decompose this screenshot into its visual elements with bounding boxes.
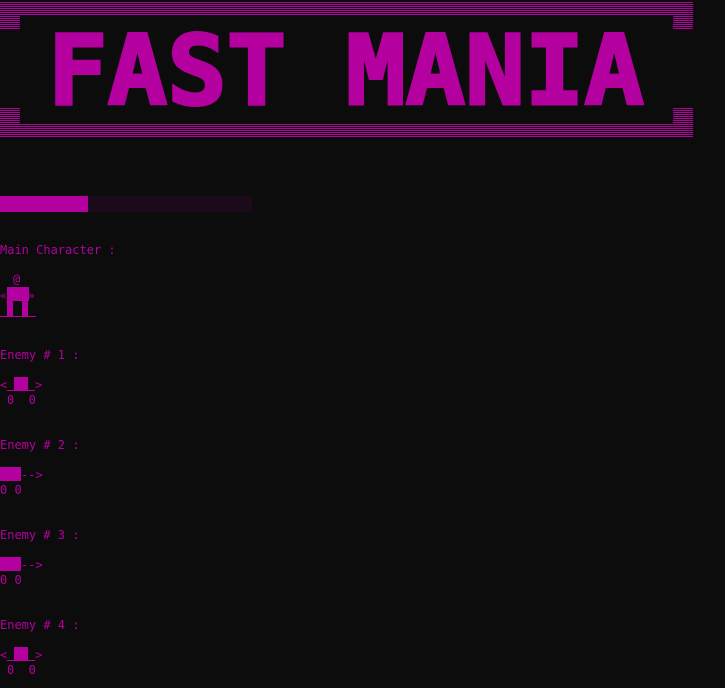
enemy-1-right-claw: >: [35, 378, 42, 392]
title-banner: FAST MANIA: [0, 0, 725, 140]
main-character-right-arm: »: [28, 289, 35, 302]
enemy-2-arrow: -->: [21, 468, 43, 482]
enemy-1-body: [14, 377, 28, 390]
enemy-2-body: [0, 467, 21, 481]
main-character-sprite: @ « »: [0, 272, 40, 318]
enemy-4-label: Enemy # 4 :: [0, 618, 80, 632]
banner-frame-corner-br: [673, 108, 693, 124]
loading-bar: [0, 196, 252, 212]
enemy-1-sprite: < > 0 0: [0, 376, 50, 408]
banner-frame-corner-bl: [0, 108, 20, 124]
enemy-1-wheels: 0 0: [7, 393, 36, 407]
enemy-3-sprite: --> 0 0: [0, 556, 50, 588]
enemy-4-body: [14, 647, 28, 660]
enemy-1-label: Enemy # 1 :: [0, 348, 80, 362]
enemy-3-wheels: 0 0: [0, 573, 22, 587]
enemy-4-wheels: 0 0: [7, 663, 36, 677]
enemy-4-right-claw: >: [35, 648, 42, 662]
enemy-4-base: [7, 660, 35, 661]
enemy-1-base: [7, 390, 35, 391]
main-character-ground: [0, 316, 36, 317]
enemy-3-body: [0, 557, 21, 571]
main-character-left-leg: [7, 301, 13, 316]
enemy-3-label: Enemy # 3 :: [0, 528, 80, 542]
enemy-2-sprite: --> 0 0: [0, 466, 50, 498]
game-title: FAST MANIA: [48, 15, 644, 127]
main-character-body: [7, 287, 29, 301]
main-character-left-arm: «: [0, 289, 7, 302]
main-character-right-leg: [22, 301, 28, 316]
enemy-4-left-claw: <: [0, 648, 7, 662]
main-character-label: Main Character :: [0, 243, 116, 257]
enemy-4-sprite: < > 0 0: [0, 646, 50, 678]
enemy-2-wheels: 0 0: [0, 483, 22, 497]
title-banner-art: FAST MANIA: [0, 2, 693, 138]
banner-frame-top: [0, 2, 693, 16]
loading-bar-fill: [0, 196, 89, 212]
enemy-1-left-claw: <: [0, 378, 7, 392]
banner-frame-corner-tr: [673, 16, 693, 30]
enemy-3-arrow: -->: [21, 558, 43, 572]
banner-frame-corner-tl: [0, 16, 20, 30]
enemy-2-label: Enemy # 2 :: [0, 438, 80, 452]
main-character-head: @: [13, 272, 20, 286]
